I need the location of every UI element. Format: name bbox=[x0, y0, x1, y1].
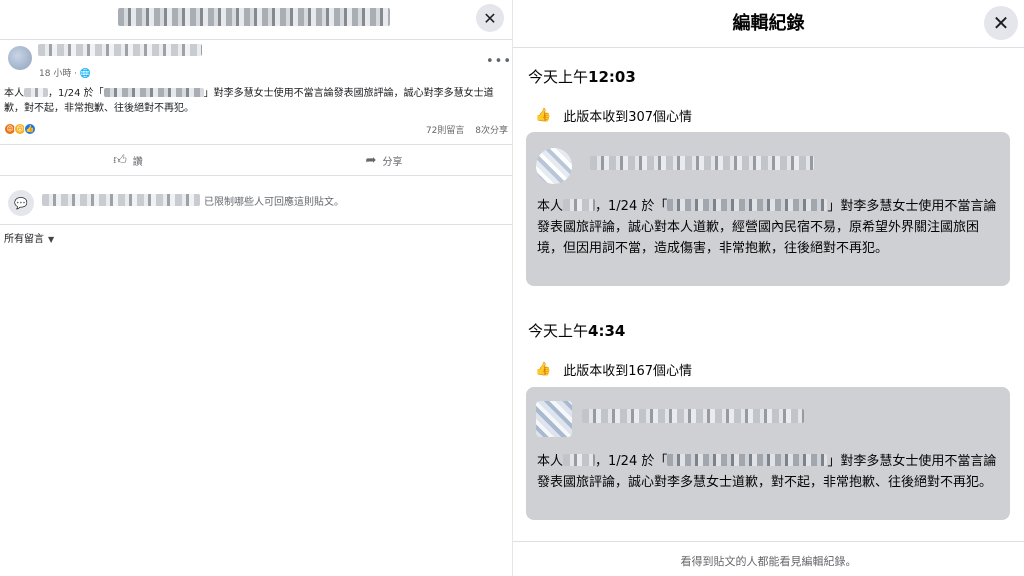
chevron-down-icon: ▼ bbox=[48, 235, 55, 244]
version-reaction-text: 此版本收到167個心情 bbox=[563, 364, 693, 379]
version-time-value: 4:34 bbox=[588, 322, 626, 340]
share-count[interactable]: 8次分享 bbox=[475, 126, 508, 136]
avatar bbox=[536, 401, 572, 437]
close-icon: ✕ bbox=[483, 8, 497, 28]
like-label: 讚 bbox=[132, 156, 143, 168]
blurred-name bbox=[563, 454, 596, 466]
version-text-mid: ，1/24 於「 bbox=[595, 454, 668, 469]
like-button[interactable]: 👍︎ 讚 bbox=[0, 145, 256, 175]
post-actions: 👍︎ 讚 ➦ 分享 bbox=[0, 144, 512, 176]
thumb-up-icon: 👍 bbox=[535, 362, 552, 377]
version-timestamp: 今天上午4:34 bbox=[528, 320, 625, 341]
version-timestamp: 今天上午12:03 bbox=[528, 66, 636, 87]
version-text-prefix: 本人 bbox=[537, 454, 564, 469]
post-timestamp[interactable]: 18 小時 · 🌐 bbox=[39, 66, 91, 79]
share-arrow-icon: ➦ bbox=[365, 152, 377, 168]
version-text: 本人 ，1/24 於「 」對李多慧女士使用不當言論發表國旅評論，誠心對李多慧女士道歉… bbox=[537, 451, 999, 493]
post-stats: 72則留言 8次分享 bbox=[418, 123, 508, 136]
avatar[interactable] bbox=[8, 46, 32, 70]
more-options-button[interactable]: ••• bbox=[486, 54, 512, 69]
version-text-prefix: 本人 bbox=[537, 199, 564, 214]
edit-history-dialog: 編輯紀錄 ✕ 今天上午12:03 👍 此版本收到307個心情 本人 ，1/24 於… bbox=[513, 0, 1024, 576]
version-time-value: 12:03 bbox=[588, 68, 636, 86]
thumb-up-icon: 👍︎ bbox=[113, 152, 127, 168]
post-header: ✕ bbox=[0, 0, 512, 40]
dialog-close-button[interactable]: ✕ bbox=[984, 6, 1018, 40]
blurred-author-name[interactable] bbox=[38, 44, 202, 56]
dialog-header: 編輯紀錄 ✕ bbox=[513, 0, 1024, 48]
post-panel: ✕ 18 小時 · 🌐 ••• 本人 ，1/24 於「 」對李多慧女士使用不當言論發… bbox=[0, 0, 512, 576]
comment-filter-label: 所有留言 bbox=[4, 234, 44, 245]
divider bbox=[0, 224, 512, 225]
comment-filter-dropdown[interactable]: 所有留言 ▼ bbox=[4, 230, 54, 245]
comment-restriction-notice: 💬 已限制哪些人可回應這則貼文。 bbox=[0, 186, 512, 226]
blurred-author-name bbox=[590, 156, 814, 170]
blurred-name bbox=[24, 88, 48, 97]
restriction-text: 已限制哪些人可回應這則貼文。 bbox=[204, 197, 344, 208]
version-reaction-count: 👍 此版本收到307個心情 bbox=[535, 106, 692, 125]
like-reaction-icon: 👍 bbox=[24, 123, 36, 135]
divider bbox=[513, 541, 1024, 542]
thumb-up-icon: 👍 bbox=[535, 108, 552, 123]
version-time-prefix: 今天上午 bbox=[528, 68, 589, 86]
reaction-summary[interactable]: 😡 😮 👍 bbox=[4, 123, 36, 136]
comment-count[interactable]: 72則留言 bbox=[426, 126, 464, 136]
blurred-title bbox=[118, 8, 390, 26]
blurred-name bbox=[563, 199, 596, 211]
blurred-page-name bbox=[42, 194, 200, 206]
version-reaction-count: 👍 此版本收到167個心情 bbox=[535, 360, 692, 379]
version-card: 本人 ，1/24 於「 」對李多慧女士使用不當言論發表國旅評論，誠心對李多慧女士道歉… bbox=[526, 387, 1010, 520]
close-icon: ✕ bbox=[992, 11, 1010, 35]
version-reaction-text: 此版本收到307個心情 bbox=[563, 110, 693, 125]
post-text-prefix: 本人 bbox=[4, 88, 24, 99]
speech-bubble-icon: 💬 bbox=[8, 190, 34, 216]
blurred-place bbox=[667, 199, 828, 211]
post-text-mid: ，1/24 於「 bbox=[48, 88, 104, 99]
edit-history-footer: 看得到貼文的人都能看見編輯紀錄。 bbox=[680, 555, 857, 568]
blurred-place bbox=[103, 88, 204, 97]
blurred-place bbox=[667, 454, 828, 466]
share-button[interactable]: ➦ 分享 bbox=[256, 145, 512, 175]
avatar bbox=[536, 148, 572, 184]
post-text: 本人 ，1/24 於「 」對李多慧女士使用不當言論發表國旅評論，誠心對李多慧女士道歉… bbox=[4, 86, 508, 116]
close-button[interactable]: ✕ bbox=[476, 4, 504, 32]
version-text: 本人 ，1/24 於「 」對李多慧女士使用不當言論發表國旅評論，誠心對本人道歉，經營… bbox=[537, 196, 999, 259]
blurred-author-name bbox=[582, 409, 804, 423]
version-text-mid: ，1/24 於「 bbox=[595, 199, 668, 214]
share-label: 分享 bbox=[382, 156, 403, 168]
version-time-prefix: 今天上午 bbox=[528, 322, 589, 340]
version-card: 本人 ，1/24 於「 」對李多慧女士使用不當言論發表國旅評論，誠心對本人道歉，經營… bbox=[526, 132, 1010, 286]
dialog-title: 編輯紀錄 bbox=[732, 13, 805, 34]
